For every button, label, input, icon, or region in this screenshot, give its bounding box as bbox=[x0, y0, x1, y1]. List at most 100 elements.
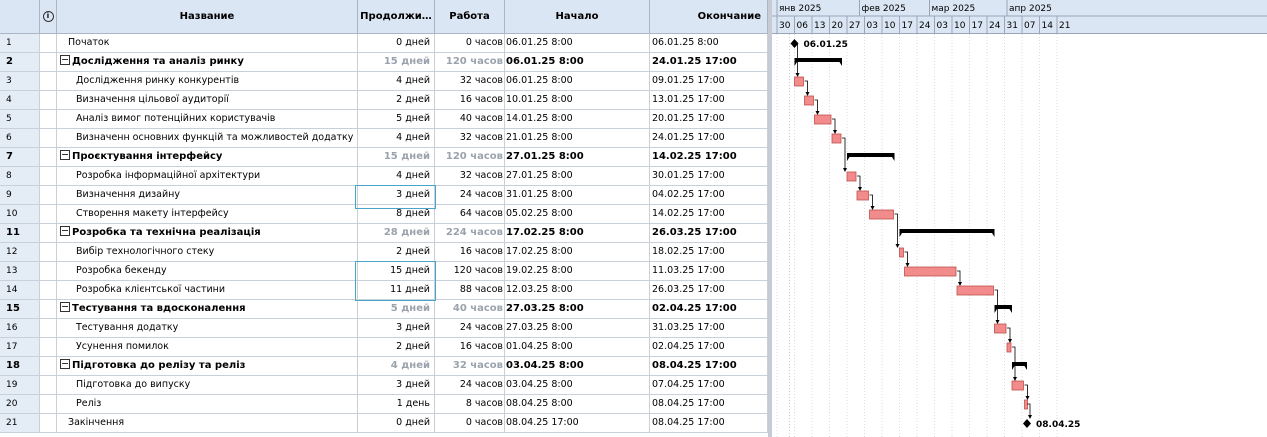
duration-cell[interactable]: 4 дней bbox=[358, 167, 435, 186]
row-id-cell[interactable]: 12 bbox=[0, 243, 40, 262]
work-cell[interactable]: 16 часов bbox=[435, 91, 505, 110]
work-cell[interactable]: 8 часов bbox=[435, 395, 505, 414]
row-id-cell[interactable]: 18 bbox=[0, 357, 40, 376]
work-cell[interactable]: 32 часов bbox=[435, 167, 505, 186]
start-cell[interactable]: 06.01.25 8:00 bbox=[505, 53, 650, 72]
task-row[interactable]: 11 Розробка та технічна реалізація 28 дней… bbox=[0, 224, 768, 243]
start-cell[interactable]: 10.01.25 8:00 bbox=[505, 91, 650, 110]
task-name-cell[interactable]: Тестування додатку bbox=[57, 319, 358, 338]
name-column-header[interactable]: Название bbox=[57, 0, 358, 34]
start-cell[interactable]: 17.02.25 8:00 bbox=[505, 243, 650, 262]
work-column-header[interactable]: Работа bbox=[435, 0, 505, 34]
task-row[interactable]: 8 Розробка інформаційної архітектури 4 дне… bbox=[0, 167, 768, 186]
task-row[interactable]: 12 Вибір технологічного стеку 2 дней 16 час… bbox=[0, 243, 768, 262]
row-id-cell[interactable]: 19 bbox=[0, 376, 40, 395]
work-cell[interactable]: 16 часов bbox=[435, 243, 505, 262]
finish-cell[interactable]: 08.04.25 17:00 bbox=[650, 395, 768, 414]
task-name-cell[interactable]: Створення макету інтерфейсу bbox=[57, 205, 358, 224]
collapse-toggle-icon[interactable] bbox=[60, 302, 70, 312]
finish-column-header[interactable]: Окончание bbox=[650, 0, 768, 34]
task-row[interactable]: 16 Тестування додатку 3 дней 24 часов 27.03.… bbox=[0, 319, 768, 338]
row-id-cell[interactable]: 6 bbox=[0, 129, 40, 148]
duration-cell[interactable]: 1 день bbox=[358, 395, 435, 414]
work-cell[interactable]: 120 часов bbox=[435, 148, 505, 167]
work-cell[interactable]: 0 часов bbox=[435, 414, 505, 433]
row-id-cell[interactable]: 9 bbox=[0, 186, 40, 205]
start-cell[interactable]: 03.04.25 8:00 bbox=[505, 357, 650, 376]
duration-cell[interactable]: 4 дней bbox=[358, 72, 435, 91]
row-id-cell[interactable]: 17 bbox=[0, 338, 40, 357]
start-cell[interactable]: 19.02.25 8:00 bbox=[505, 262, 650, 281]
start-cell[interactable]: 27.01.25 8:00 bbox=[505, 167, 650, 186]
row-id-cell[interactable]: 10 bbox=[0, 205, 40, 224]
finish-cell[interactable]: 08.04.25 17:00 bbox=[650, 414, 768, 433]
work-cell[interactable]: 40 часов bbox=[435, 110, 505, 129]
start-cell[interactable]: 05.02.25 8:00 bbox=[505, 205, 650, 224]
task-name-cell[interactable]: Розробка та технічна реалізація bbox=[57, 224, 358, 243]
task-name-cell[interactable]: Аналіз вимог потенційних користувачів bbox=[57, 110, 358, 129]
start-cell[interactable]: 12.03.25 8:00 bbox=[505, 281, 650, 300]
collapse-toggle-icon[interactable] bbox=[60, 150, 70, 160]
collapse-toggle-icon[interactable] bbox=[60, 226, 70, 236]
task-row[interactable]: 4 Визначення цільової аудиторії 2 дней 16 ч… bbox=[0, 91, 768, 110]
task-name-cell[interactable]: Визначення дизайну bbox=[57, 186, 358, 205]
task-row[interactable]: 17 Усунення помилок 2 дней 16 часов 01.04.25… bbox=[0, 338, 768, 357]
duration-column-header[interactable]: Продолжи… bbox=[358, 0, 435, 34]
start-cell[interactable]: 27.03.25 8:00 bbox=[505, 300, 650, 319]
row-id-cell[interactable]: 4 bbox=[0, 91, 40, 110]
task-name-cell[interactable]: Усунення помилок bbox=[57, 338, 358, 357]
indicators-header[interactable]: i bbox=[40, 0, 57, 34]
finish-cell[interactable]: 11.03.25 17:00 bbox=[650, 262, 768, 281]
work-cell[interactable]: 32 часов bbox=[435, 129, 505, 148]
duration-cell[interactable]: 0 дней bbox=[358, 414, 435, 433]
task-row[interactable]: 21 Закінчення 0 дней 0 часов 08.04.25 17:00 0… bbox=[0, 414, 768, 433]
work-cell[interactable]: 24 часов bbox=[435, 376, 505, 395]
finish-cell[interactable]: 04.02.25 17:00 bbox=[650, 186, 768, 205]
duration-cell[interactable]: 2 дней bbox=[358, 243, 435, 262]
start-cell[interactable]: 27.01.25 8:00 bbox=[505, 148, 650, 167]
duration-cell[interactable]: 15 дней bbox=[358, 148, 435, 167]
finish-cell[interactable]: 24.01.25 17:00 bbox=[650, 53, 768, 72]
row-id-cell[interactable]: 2 bbox=[0, 53, 40, 72]
row-id-cell[interactable]: 11 bbox=[0, 224, 40, 243]
duration-cell[interactable]: 2 дней bbox=[358, 91, 435, 110]
duration-cell[interactable]: 3 дней bbox=[358, 319, 435, 338]
work-cell[interactable]: 120 часов bbox=[435, 262, 505, 281]
row-id-cell[interactable]: 15 bbox=[0, 300, 40, 319]
finish-cell[interactable]: 26.03.25 17:00 bbox=[650, 224, 768, 243]
start-cell[interactable]: 17.02.25 8:00 bbox=[505, 224, 650, 243]
row-id-cell[interactable]: 21 bbox=[0, 414, 40, 433]
work-cell[interactable]: 0 часов bbox=[435, 34, 505, 53]
finish-cell[interactable]: 18.02.25 17:00 bbox=[650, 243, 768, 262]
finish-cell[interactable]: 02.04.25 17:00 bbox=[650, 338, 768, 357]
row-id-cell[interactable]: 1 bbox=[0, 34, 40, 53]
task-name-cell[interactable]: Визначенн основних функцій та можливосте… bbox=[57, 129, 358, 148]
finish-cell[interactable]: 31.03.25 17:00 bbox=[650, 319, 768, 338]
task-name-cell[interactable]: Закінчення bbox=[57, 414, 358, 433]
work-cell[interactable]: 88 часов bbox=[435, 281, 505, 300]
finish-cell[interactable]: 09.01.25 17:00 bbox=[650, 72, 768, 91]
work-cell[interactable]: 24 часов bbox=[435, 186, 505, 205]
finish-cell[interactable]: 14.02.25 17:00 bbox=[650, 148, 768, 167]
task-name-cell[interactable]: Вибір технологічного стеку bbox=[57, 243, 358, 262]
task-name-cell[interactable]: Підготовка до випуску bbox=[57, 376, 358, 395]
start-cell[interactable]: 08.04.25 8:00 bbox=[505, 395, 650, 414]
row-id-cell[interactable]: 16 bbox=[0, 319, 40, 338]
start-cell[interactable]: 14.01.25 8:00 bbox=[505, 110, 650, 129]
task-row[interactable]: 20 Реліз 1 день 8 часов 08.04.25 8:00 08.04.2… bbox=[0, 395, 768, 414]
finish-cell[interactable]: 24.01.25 17:00 bbox=[650, 129, 768, 148]
row-id-cell[interactable]: 14 bbox=[0, 281, 40, 300]
work-cell[interactable]: 40 часов bbox=[435, 300, 505, 319]
task-row[interactable]: 3 Дослідження ринку конкурентів 4 дней 32 ч… bbox=[0, 72, 768, 91]
task-name-cell[interactable]: Дослідження ринку конкурентів bbox=[57, 72, 358, 91]
work-cell[interactable]: 24 часов bbox=[435, 319, 505, 338]
task-name-cell[interactable]: Дослідження та аналіз ринку bbox=[57, 53, 358, 72]
duration-cell[interactable]: 4 дней bbox=[358, 357, 435, 376]
start-cell[interactable]: 21.01.25 8:00 bbox=[505, 129, 650, 148]
task-name-cell[interactable]: Реліз bbox=[57, 395, 358, 414]
task-name-cell[interactable]: Розробка інформаційної архітектури bbox=[57, 167, 358, 186]
work-cell[interactable]: 32 часов bbox=[435, 357, 505, 376]
task-row[interactable]: 7 Проєктування інтерфейсу 15 дней 120 часов… bbox=[0, 148, 768, 167]
task-name-cell[interactable]: Початок bbox=[57, 34, 358, 53]
task-name-cell[interactable]: Підготовка до релізу та реліз bbox=[57, 357, 358, 376]
